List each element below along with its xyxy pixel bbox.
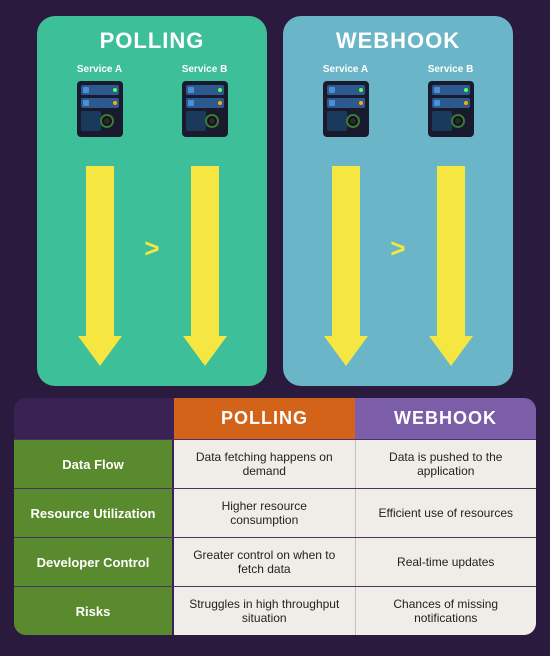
row-polling-0: Data fetching happens on demand [174, 440, 356, 488]
polling-title: POLLING [100, 28, 205, 54]
row-webhook-2: Real-time updates [356, 538, 537, 586]
polling-server-b-icon [178, 79, 232, 139]
webhook-arrow-head-left [324, 336, 368, 366]
row-webhook-0: Data is pushed to the application [356, 440, 537, 488]
webhook-arrow-shaft-right [437, 166, 465, 336]
row-polling-3: Struggles in high throughput situation [174, 587, 356, 635]
top-section: POLLING Service A Service B [0, 0, 550, 398]
polling-arrow-head-left [78, 336, 122, 366]
polling-service-b: Service B [178, 64, 232, 139]
row-polling-1: Higher resource consumption [174, 489, 356, 537]
polling-service-a: Service A [73, 64, 127, 139]
polling-arrow-right [183, 166, 227, 366]
table-header-polling: POLLING [174, 398, 355, 439]
polling-server-a-icon [73, 79, 127, 139]
table-row: Developer Control Greater control on whe… [14, 537, 536, 586]
webhook-greater-sign: > [390, 233, 405, 264]
polling-arrow-shaft-left [86, 166, 114, 336]
webhook-service-b-label: Service B [428, 64, 474, 75]
table-header-webhook: WEBHOOK [355, 398, 536, 439]
row-label-1: Resource Utilization [14, 489, 174, 537]
polling-service-b-label: Service B [182, 64, 228, 75]
webhook-arrows: > [293, 157, 503, 374]
webhook-title: WEBHOOK [336, 28, 460, 54]
webhook-services-row: Service A Service B [293, 64, 503, 139]
table-header-row: POLLING WEBHOOK [14, 398, 536, 439]
webhook-diagram: WEBHOOK Service A Service B [283, 16, 513, 386]
webhook-service-b: Service B [424, 64, 478, 139]
polling-services-row: Service A Service B [47, 64, 257, 139]
polling-arrows: > [47, 157, 257, 374]
row-webhook-3: Chances of missing notifications [356, 587, 537, 635]
comparison-table-section: POLLING WEBHOOK Data Flow Data fetching … [14, 398, 536, 635]
webhook-arrow-left [324, 166, 368, 366]
comparison-table: POLLING WEBHOOK Data Flow Data fetching … [14, 398, 536, 635]
polling-diagram: POLLING Service A Service B [37, 16, 267, 386]
row-polling-2: Greater control on when to fetch data [174, 538, 356, 586]
row-label-0: Data Flow [14, 440, 174, 488]
webhook-service-a-label: Service A [323, 64, 368, 75]
row-label-3: Risks [14, 587, 174, 635]
table-row: Risks Struggles in high throughput situa… [14, 586, 536, 635]
polling-greater-sign: > [144, 233, 159, 264]
table-rows-container: Data Flow Data fetching happens on deman… [14, 439, 536, 635]
webhook-service-a: Service A [319, 64, 373, 139]
webhook-server-b-icon [424, 79, 478, 139]
polling-arrow-shaft-right [191, 166, 219, 336]
table-row: Data Flow Data fetching happens on deman… [14, 439, 536, 488]
table-row: Resource Utilization Higher resource con… [14, 488, 536, 537]
polling-arrow-head-right [183, 336, 227, 366]
polling-service-a-label: Service A [77, 64, 122, 75]
table-header-empty [14, 398, 174, 439]
row-webhook-1: Efficient use of resources [356, 489, 537, 537]
row-label-2: Developer Control [14, 538, 174, 586]
polling-arrow-left [78, 166, 122, 366]
webhook-arrow-head-right [429, 336, 473, 366]
webhook-arrow-right [429, 166, 473, 366]
webhook-arrow-shaft-left [332, 166, 360, 336]
webhook-server-a-icon [319, 79, 373, 139]
